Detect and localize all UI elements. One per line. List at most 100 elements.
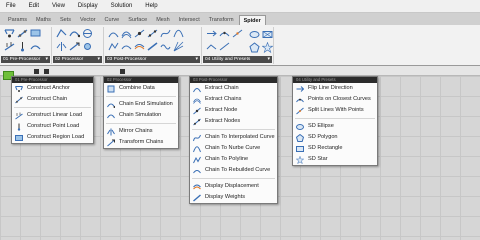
- menu-separator: [14, 107, 91, 108]
- panel-label-post-processor[interactable]: 03 Post-Processor ▾: [105, 56, 200, 63]
- mirror-tool-icon[interactable]: [56, 41, 67, 52]
- chain-tool-icon[interactable]: [17, 28, 28, 39]
- panel-expand-icon: ▾: [267, 56, 270, 62]
- menu-separator: [295, 118, 375, 119]
- ellipse-tool-icon[interactable]: [249, 29, 260, 40]
- menu-separator: [192, 129, 275, 130]
- tab-intersect[interactable]: Intersect: [175, 15, 204, 25]
- anchor-tool-icon[interactable]: [4, 28, 15, 39]
- menu-item-sd-star[interactable]: SD Star: [293, 154, 377, 165]
- menu-separator: [106, 96, 176, 97]
- menu-item-flip-line-direction[interactable]: Flip Line Direction: [293, 83, 377, 94]
- menu-item-chain-to-nurbs-curve[interactable]: Chain To Nurbe Curve: [190, 143, 277, 154]
- chain-fan-tool-icon[interactable]: [173, 41, 184, 52]
- tab-mesh[interactable]: Mesh: [152, 15, 173, 25]
- menu-item-sd-polygon[interactable]: SD Polygon: [293, 132, 377, 143]
- panel-expand-icon: ▾: [45, 56, 48, 62]
- menu-help[interactable]: Help: [145, 3, 157, 9]
- extract-node-tool-icon[interactable]: [134, 28, 145, 39]
- menu-item-mirror-chains[interactable]: Mirror Chains: [104, 126, 178, 137]
- chain-wave-tool-icon[interactable]: [160, 41, 171, 52]
- region-load-tool-icon[interactable]: [30, 41, 41, 52]
- rectangle-tool-icon[interactable]: [262, 29, 273, 40]
- menu-item-sd-ellipse[interactable]: SD Ellipse: [293, 121, 377, 132]
- menu-item-points-on-closest-curves[interactable]: Points on Closest Curves: [293, 94, 377, 105]
- tab-params[interactable]: Params: [4, 15, 31, 25]
- menu-item-construct-chain[interactable]: Construct Chain: [12, 94, 93, 105]
- panel-pre-processor: 01 Pre-Processor ▾: [0, 27, 52, 64]
- split-lines-tool-icon[interactable]: [232, 28, 243, 39]
- region-tool-icon[interactable]: [30, 28, 41, 39]
- menu-separator: [106, 123, 176, 124]
- tab-surface[interactable]: Surface: [124, 15, 151, 25]
- extract-chains-tool-icon[interactable]: [121, 28, 132, 39]
- rectangle-icon: [296, 145, 304, 153]
- panel-post-processor: 03 Post-Processor ▾: [104, 27, 202, 64]
- menu-display[interactable]: Display: [78, 3, 98, 9]
- menu-item-display-displacement[interactable]: Display Displacement: [190, 181, 277, 192]
- point-load-tool-icon[interactable]: [17, 41, 28, 52]
- menu-item-construct-region-load[interactable]: Construct Region Load: [12, 132, 93, 143]
- menu-item-split-lines-with-points[interactable]: Split Lines With Points: [293, 105, 377, 116]
- panel-label-utility-presets[interactable]: 04 Utility and Presets ▾: [203, 56, 272, 63]
- toolbar-button-icon[interactable]: [34, 69, 39, 74]
- polyline-tool-icon[interactable]: [108, 41, 119, 52]
- chain-end-sim-tool-icon[interactable]: [69, 28, 80, 39]
- rebuilt-curve-tool-icon[interactable]: [121, 41, 132, 52]
- interpolated-curve-tool-icon[interactable]: [160, 28, 171, 39]
- display-weights-tool-icon[interactable]: [147, 41, 158, 52]
- tab-transform[interactable]: Transform: [205, 15, 238, 25]
- menu-item-chain-to-rebuilded-curve[interactable]: Chain To Rebuilded Curve: [190, 165, 277, 176]
- chain-end-simulation-icon: [107, 101, 115, 109]
- menu-item-transform-chains[interactable]: Transform Chains: [104, 137, 178, 148]
- sim-gear-tool-icon[interactable]: [82, 41, 93, 52]
- display-displacement-tool-icon[interactable]: [134, 41, 145, 52]
- toolbar-button-icon[interactable]: [120, 69, 125, 74]
- split-points-tool-icon[interactable]: [206, 41, 217, 52]
- menu-item-sd-rectangle[interactable]: SD Rectangle: [293, 143, 377, 154]
- linear-load-tool-icon[interactable]: [4, 41, 15, 52]
- menu-edit[interactable]: Edit: [29, 3, 39, 9]
- menu-item-extract-chains[interactable]: Extract Chains: [190, 94, 277, 105]
- extract-nodes-tool-icon[interactable]: [147, 28, 158, 39]
- menu-item-chain-to-polyline[interactable]: Chain To Polyline: [190, 154, 277, 165]
- tab-vector[interactable]: Vector: [76, 15, 100, 25]
- rebuilt-curve-icon: [193, 167, 201, 175]
- toolbar-button-icon[interactable]: [44, 69, 49, 74]
- menu-view[interactable]: View: [52, 3, 65, 9]
- interpolated-curve-icon: [193, 134, 201, 142]
- tab-maths[interactable]: Maths: [32, 15, 55, 25]
- tab-sets[interactable]: Sets: [56, 15, 75, 25]
- points-closest-curves-icon: [296, 96, 304, 104]
- polygon-tool-icon[interactable]: [249, 42, 260, 53]
- star-tool-icon[interactable]: [262, 42, 273, 53]
- tab-spider[interactable]: Spider: [238, 15, 266, 25]
- panel-label-pre-processor[interactable]: 01 Pre-Processor ▾: [1, 56, 50, 63]
- menu-item-combine-data[interactable]: Combine Data: [104, 83, 178, 94]
- menu-item-extract-nodes[interactable]: Extract Nodes: [190, 116, 277, 127]
- transform-tool-icon[interactable]: [69, 41, 80, 52]
- flip-line-tool-icon[interactable]: [206, 28, 217, 39]
- chain-sim-tool-icon[interactable]: [82, 28, 93, 39]
- chain-simulation-icon: [107, 112, 115, 120]
- menu-item-chain-to-interpolated-curve[interactable]: Chain To Interpolated Curve: [190, 132, 277, 143]
- menu-item-chain-end-simulation[interactable]: Chain End Simulation: [104, 99, 178, 110]
- panel-label-processor[interactable]: 02 Processor ▾: [53, 56, 102, 63]
- extract-chain-tool-icon[interactable]: [108, 28, 119, 39]
- menu-item-display-weights[interactable]: Display Weights: [190, 192, 277, 203]
- grid-points-tool-icon[interactable]: [219, 41, 230, 52]
- menu-solution[interactable]: Solution: [111, 3, 133, 9]
- combine-data-icon: [107, 85, 115, 93]
- menu-file[interactable]: File: [6, 3, 16, 9]
- tab-curve[interactable]: Curve: [101, 15, 124, 25]
- menu-item-extract-chain[interactable]: Extract Chain: [190, 83, 277, 94]
- menu-item-construct-linear-load[interactable]: Construct Linear Load: [12, 110, 93, 121]
- menu-item-construct-anchor[interactable]: Construct Anchor: [12, 83, 93, 94]
- menu-item-construct-point-load[interactable]: Construct Point Load: [12, 121, 93, 132]
- nurbs-curve-tool-icon[interactable]: [173, 28, 184, 39]
- menu-item-extract-node[interactable]: Extract Node: [190, 105, 277, 116]
- combine-data-tool-icon[interactable]: [56, 28, 67, 39]
- menu-item-chain-simulation[interactable]: Chain Simulation: [104, 110, 178, 121]
- dropdown-post-processor: 03 Post-Processor Extract Chain Extract …: [189, 76, 278, 204]
- points-closest-tool-icon[interactable]: [219, 28, 230, 39]
